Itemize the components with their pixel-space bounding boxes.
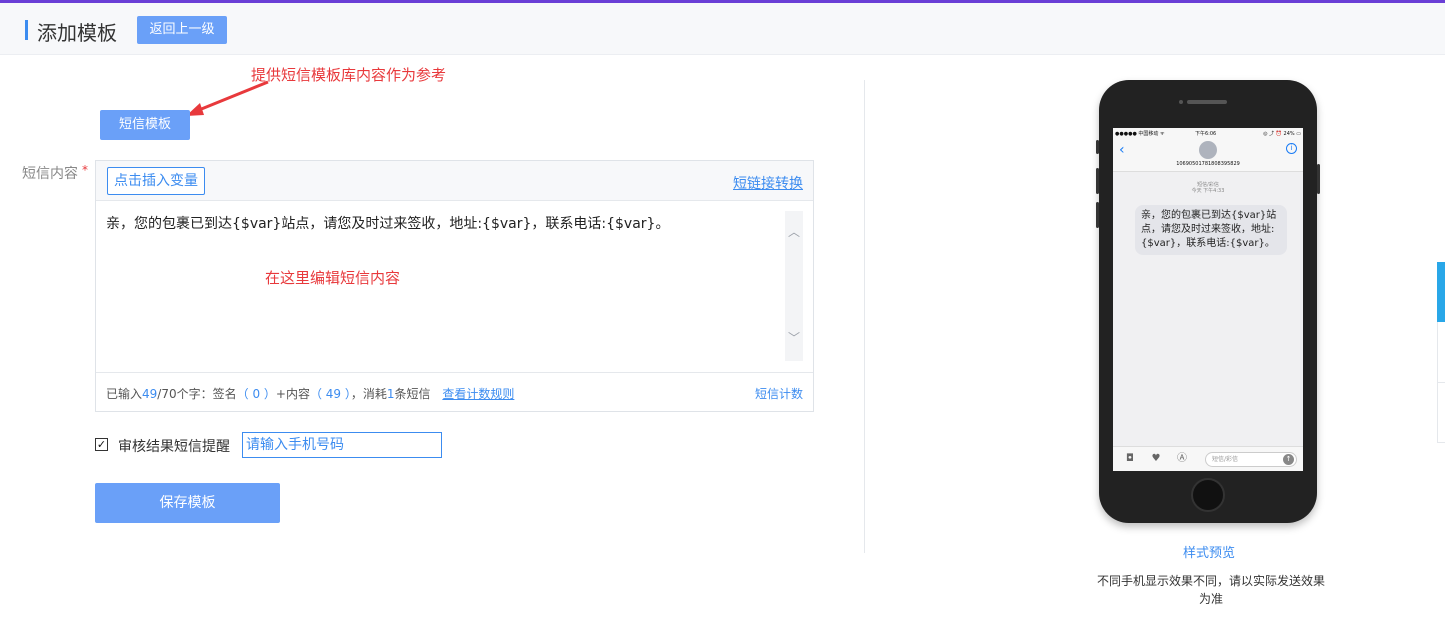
chevron-left-icon: ‹ — [1119, 142, 1125, 158]
vertical-divider — [864, 80, 865, 553]
message-meta-time: 今天 下午4:33 — [1191, 188, 1225, 194]
required-star: * — [82, 163, 88, 177]
content-count: （ 49 ） — [309, 387, 351, 401]
chevron-up-icon[interactable]: ︿ — [787, 225, 801, 239]
sms-count-link[interactable]: 短信计数 — [755, 385, 803, 402]
phone-volume-up — [1096, 168, 1099, 194]
camera-icon: ◘ — [1126, 453, 1134, 464]
sms-template-button[interactable]: 短信模板 — [100, 110, 190, 140]
annotation-arrow-template — [193, 80, 269, 114]
phone-speaker — [1187, 100, 1227, 104]
content-label-text: 短信内容 — [22, 166, 78, 182]
count-rule-link[interactable]: 查看计数规则 — [442, 387, 514, 401]
right-edge-tab[interactable] — [1437, 262, 1445, 322]
editor-scrollbar[interactable]: ︿ ﹀ — [785, 211, 803, 361]
consume-count: 1 — [386, 387, 395, 401]
preview-label[interactable]: 样式预览 — [1183, 542, 1235, 561]
typed-count: 49 — [142, 387, 158, 401]
message-input-bar: ◘ ♥ Ⓐ 短信/彩信 ↑ — [1113, 446, 1303, 471]
message-input-field: 短信/彩信 ↑ — [1205, 452, 1297, 467]
status-icons: ◎ ⤴ ⏰ 24% ▭ — [1263, 131, 1301, 137]
sms-content-textarea[interactable]: 亲，您的包裹已到达{$var}站点，请您及时过来签收，地址:{$var}，联系电… — [106, 213, 669, 233]
phone-home-button — [1191, 478, 1225, 512]
shortlink-convert-link[interactable]: 短链接转换 — [733, 173, 803, 193]
app-store-icon: Ⓐ — [1177, 453, 1187, 464]
phone-camera — [1179, 100, 1183, 104]
message-bubble: 亲，您的包裹已到达{$var}站点，请您及时过来签收，地址:{$var}，联系电… — [1135, 205, 1287, 255]
info-icon: i — [1286, 143, 1297, 154]
phone-number-input[interactable] — [242, 432, 442, 458]
consume-prefix: ，消耗 — [350, 387, 387, 401]
char-count-info: 已输入49/70个字：签名（ 0 ）+内容（ 49 ），消耗1条短信 查看计数规… — [106, 385, 514, 402]
status-time: 下午6:06 — [1195, 131, 1217, 137]
status-carrier: ●●●●● 中国移动 ᯤ — [1115, 131, 1165, 137]
sms-editor: 点击插入变量 短链接转换 亲，您的包裹已到达{$var}站点，请您及时过来签收，… — [95, 160, 814, 412]
phone-preview: ●●●●● 中国移动 ᯤ 下午6:06 ◎ ⤴ ⏰ 24% ▭ ‹ 106905… — [1096, 80, 1320, 523]
notify-label: 审核结果短信提醒 — [118, 439, 230, 455]
typed-suffix: /70个字：签名 — [157, 387, 237, 401]
preview-note: 不同手机显示效果不同，请以实际发送效果为准 — [1096, 574, 1325, 606]
send-arrow-icon: ↑ — [1283, 454, 1294, 465]
insert-variable-button[interactable]: 点击插入变量 — [107, 167, 205, 195]
plus-content: +内容 — [275, 387, 310, 401]
message-nav-bar: ‹ 1069050178180839​5829 i — [1113, 138, 1303, 172]
right-edge-divider-2 — [1437, 442, 1445, 443]
notify-checkbox[interactable]: ✓ — [95, 438, 108, 451]
editor-toolbar: 点击插入变量 短链接转换 — [96, 161, 813, 201]
annotation-edit-hint: 在这里编辑短信内容 — [265, 269, 401, 287]
status-bar: ●●●●● 中国移动 ᯤ 下午6:06 ◎ ⤴ ⏰ 24% ▭ — [1113, 128, 1303, 138]
right-edge-divider — [1437, 382, 1445, 383]
save-template-button[interactable]: 保存模板 — [95, 483, 280, 523]
message-meta: 短信/彩信 今天 下午4:33 — [1113, 182, 1303, 194]
phone-power-button — [1317, 164, 1320, 194]
contact-avatar-icon — [1199, 141, 1217, 159]
phone-mute-switch — [1096, 140, 1099, 154]
phone-volume-down — [1096, 202, 1099, 228]
chevron-down-icon[interactable]: ﹀ — [787, 331, 801, 345]
consume-suffix: 条短信 — [394, 387, 431, 401]
heart-icon: ♥ — [1151, 453, 1161, 464]
message-input-placeholder: 短信/彩信 — [1212, 456, 1239, 463]
sender-number: 1069050178180839​5829 — [1176, 161, 1240, 167]
sign-count: （ 0 ） — [236, 387, 276, 401]
content-label: 短信内容 * — [22, 163, 88, 183]
editor-footer: 已输入49/70个字：签名（ 0 ）+内容（ 49 ），消耗1条短信 查看计数规… — [96, 372, 813, 411]
typed-prefix: 已输入 — [106, 387, 143, 401]
phone-screen: ●●●●● 中国移动 ᯤ 下午6:06 ◎ ⤴ ⏰ 24% ▭ ‹ 106905… — [1113, 128, 1303, 471]
